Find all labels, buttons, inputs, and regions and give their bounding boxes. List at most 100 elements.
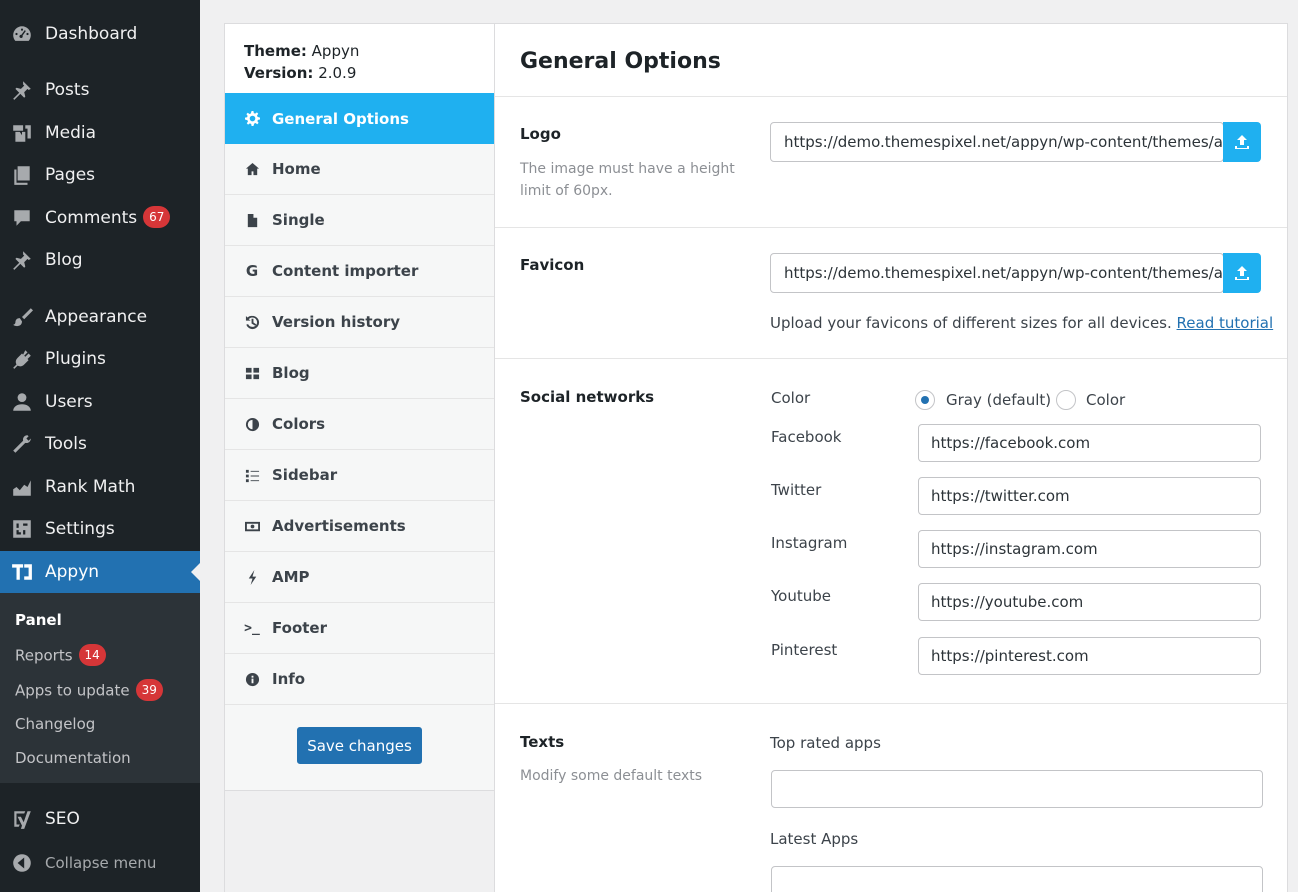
menu-item-dashboard[interactable]: Dashboard [0,13,200,55]
favicon-label: Favicon [520,256,585,274]
submenu-item-apps-to-update[interactable]: Apps to update 39 [15,679,163,702]
menu-item-appyn[interactable]: Appyn [0,551,200,593]
favicon-help: Upload your favicons of different sizes … [770,314,1273,332]
pinterest-label: Pinterest [771,641,838,659]
media-icon [10,121,34,145]
read-tutorial-link[interactable]: Read tutorial [1177,314,1274,332]
twitter-label: Twitter [771,481,822,499]
submenu-item-panel[interactable]: Panel [15,611,62,629]
comment-icon [10,206,34,230]
menu-label: Blog [45,250,83,270]
plug-icon [10,347,34,371]
panel-nav: Theme: Appyn Version: 2.0.9 General Opti… [225,24,495,791]
menu-label-wrap: Comments 67 [45,206,171,229]
favicon-upload-button[interactable] [1223,253,1261,293]
logo-url-input[interactable]: https://demo.themespixel.net/appyn/wp-co… [770,122,1224,162]
theme-info: Theme: Appyn Version: 2.0.9 [225,24,494,93]
nav-blog[interactable]: Blog [225,348,494,399]
nav-content-importer[interactable]: G Content importer [225,246,494,297]
nav-advertisements[interactable]: Advertisements [225,501,494,552]
menu-item-plugins[interactable]: Plugins [0,338,200,380]
logo-upload-button[interactable] [1223,122,1261,162]
menu-item-media[interactable]: Media [0,112,200,154]
menu-item-pages[interactable]: Pages [0,154,200,196]
submenu-label: Reports [15,646,73,665]
menu-label: Appearance [45,307,148,327]
nav-colors[interactable]: Colors [225,399,494,450]
appyn-submenu: Panel Reports 14 Apps to update 39 Changel… [0,593,200,783]
nav-general-options[interactable]: General Options [225,93,494,144]
list-icon [244,467,260,483]
version-value: 2.0.9 [318,64,357,82]
logo-description: The image must have a height limit of 60… [520,161,735,199]
nav-home[interactable]: Home [225,144,494,195]
home-icon [244,161,260,177]
submenu-item-documentation[interactable]: Documentation [15,749,131,767]
nav-label: General Options [272,109,409,128]
bolt-icon [244,569,260,585]
radio-color[interactable] [1056,390,1076,410]
upload-icon [1235,266,1249,280]
menu-label: Comments [45,208,138,228]
save-changes-button[interactable]: Save changes [297,727,422,764]
menu-item-seo[interactable]: SEO [0,798,200,840]
nav-label: AMP [272,568,310,586]
submenu-item-reports[interactable]: Reports 14 [15,644,106,667]
admin-menu: Dashboard Posts Media Pages Comments 67 B… [0,0,200,892]
facebook-url-input[interactable]: https://facebook.com [918,424,1261,462]
collapse-menu-button[interactable]: Collapse menu [0,842,200,884]
divider [495,227,1287,228]
menu-item-comments[interactable]: Comments 67 [0,197,200,239]
menu-item-settings[interactable]: Settings [0,508,200,550]
menu-item-rank-math[interactable]: Rank Math [0,466,200,508]
latest-apps-input[interactable] [771,866,1263,892]
top-rated-apps-input[interactable] [771,770,1263,808]
radio-gray-default[interactable] [915,390,935,410]
nav-footer[interactable]: >_ Footer [225,603,494,654]
settings-icon [10,517,34,541]
upload-icon [1235,135,1249,149]
social-color-label: Color [771,389,811,407]
pinterest-url-input[interactable]: https://pinterest.com [918,637,1261,675]
nav-label: Colors [272,415,326,433]
google-icon: G [245,262,259,280]
instagram-label: Instagram [771,534,848,552]
nav-amp[interactable]: AMP [225,552,494,603]
nav-label: Sidebar [272,466,338,484]
nav-sidebar[interactable]: Sidebar [225,450,494,501]
panel-divider [494,24,495,892]
menu-item-posts[interactable]: Posts [0,69,200,111]
comments-count-badge: 67 [143,206,171,228]
latest-apps-label: Latest Apps [770,830,859,848]
nav-label: Info [272,670,306,688]
apps-update-count-badge: 39 [135,679,163,701]
page-title: General Options [520,49,721,74]
instagram-url-input[interactable]: https://instagram.com [918,530,1261,568]
menu-item-appearance[interactable]: Appearance [0,296,200,338]
youtube-url-input[interactable]: https://youtube.com [918,583,1261,621]
favicon-url-input[interactable]: https://demo.themespixel.net/appyn/wp-co… [770,253,1224,293]
nav-version-history[interactable]: Version history [225,297,494,348]
submenu-label: Apps to update [15,681,130,700]
menu-item-tools[interactable]: Tools [0,423,200,465]
terminal-icon: >_ [244,620,260,636]
nav-label: Advertisements [272,517,406,535]
menu-label: SEO [45,809,80,829]
divider [495,96,1287,97]
version-label: Version: [244,64,314,82]
menu-item-blog[interactable]: Blog [0,239,200,281]
nav-label: Footer [272,619,327,637]
submenu-item-changelog[interactable]: Changelog [15,715,95,733]
menu-item-users[interactable]: Users [0,381,200,423]
pages-icon [10,163,34,187]
radio-gray-label: Gray (default) [946,391,1052,409]
nav-info[interactable]: Info [225,654,494,705]
nav-label: Single [272,211,325,229]
brush-icon [10,305,34,329]
nav-single[interactable]: Single [225,195,494,246]
divider [495,358,1287,359]
reports-count-badge: 14 [78,644,106,666]
twitter-url-input[interactable]: https://twitter.com [918,477,1261,515]
nav-label: Home [272,160,321,178]
gear-icon [244,111,260,127]
